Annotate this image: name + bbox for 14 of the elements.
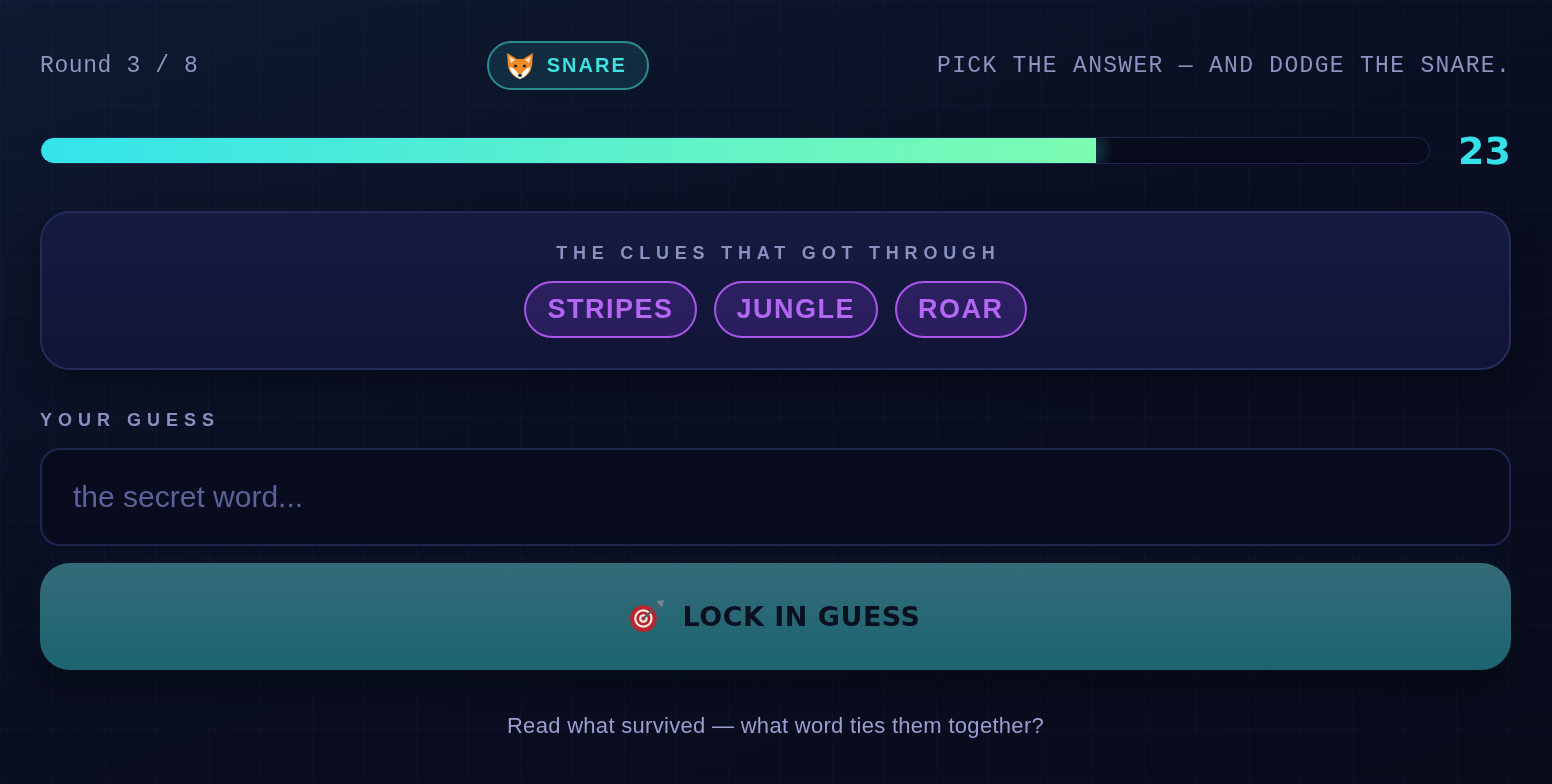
tagline-text: PICK THE ANSWER — AND DODGE THE SNARE. — [937, 52, 1511, 79]
clue-chip: STRIPES — [524, 281, 697, 338]
mode-label: SNARE — [546, 54, 627, 77]
fox-icon — [506, 52, 533, 79]
clue-chip: JUNGLE — [713, 281, 879, 338]
lock-in-button[interactable]: LOCK IN GUESS — [40, 563, 1511, 670]
target-icon — [630, 600, 665, 633]
round-counter: Round 3 / 8 — [40, 52, 199, 79]
hint-text: Read what survived — what word ties them together? — [506, 713, 1045, 739]
guess-input-field[interactable]: the secret word... — [40, 448, 1511, 546]
guess-label: YOUR GUESS — [40, 409, 221, 432]
timer-count: 23 — [1458, 130, 1511, 171]
clues-heading: THE CLUES THAT GOT THROUGH — [556, 242, 1001, 265]
clue-chip: ROAR — [895, 281, 1027, 338]
